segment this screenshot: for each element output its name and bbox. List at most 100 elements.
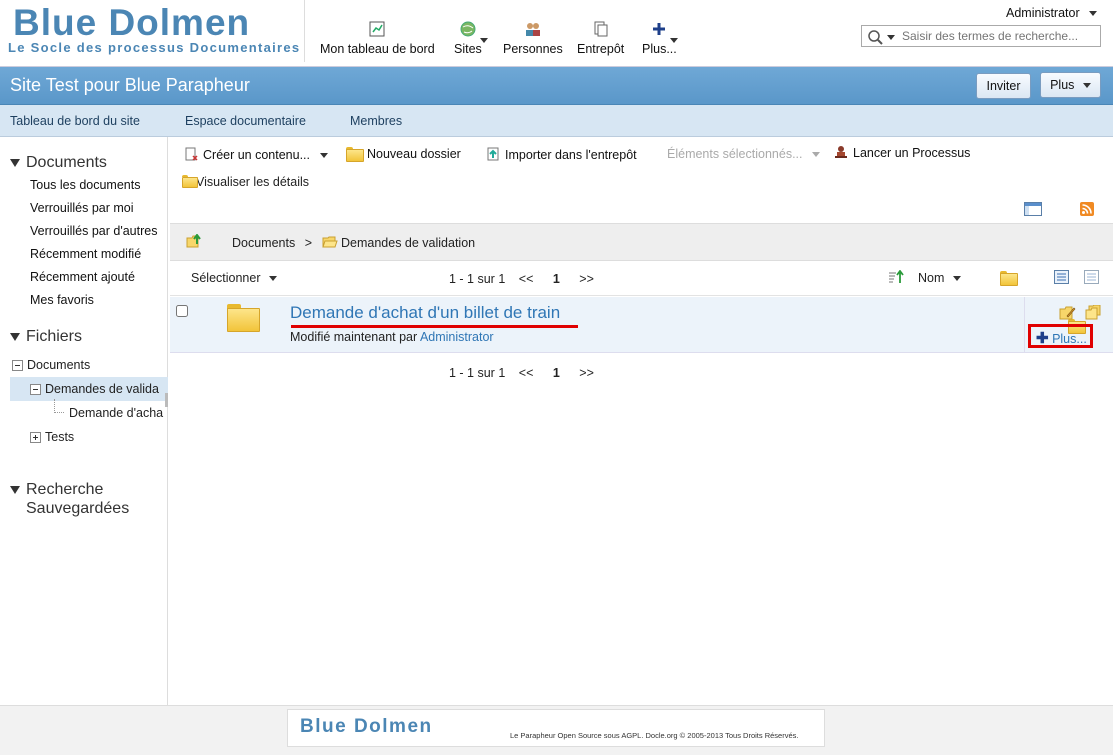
view-details-label: Visualiser les détails xyxy=(196,175,310,189)
import-button[interactable]: Importer dans l'entrepôt xyxy=(486,147,637,162)
user-name: Administrator xyxy=(1006,6,1080,20)
view-details-button[interactable]: Visualiser les détails xyxy=(182,175,309,189)
repository-icon xyxy=(594,21,608,37)
launch-process-button[interactable]: Lancer un Processus xyxy=(834,145,970,160)
pagination-info: 1 - 1 sur 1 xyxy=(449,366,506,380)
user-menu[interactable]: Administrator xyxy=(1006,6,1098,20)
nav-people[interactable]: Personnes xyxy=(503,20,563,56)
app-header: Blue Dolmen Le Socle des processus Docum… xyxy=(0,0,1113,67)
modified-info: Modifié maintenant par Administrator xyxy=(290,330,494,344)
show-folders-icon[interactable] xyxy=(1000,271,1018,286)
tree-label: Demandes de valida xyxy=(45,382,159,396)
tab-site-dashboard[interactable]: Tableau de bord du site xyxy=(10,114,140,128)
tree-node-tests[interactable]: Tests xyxy=(30,430,74,444)
sidebar-item-recently-added[interactable]: Récemment ajouté xyxy=(30,270,135,284)
section-label-line2: Sauvegardées xyxy=(26,500,130,517)
selected-items-label: Éléments sélectionnés... xyxy=(667,147,803,161)
tree-node-demande-achat[interactable]: Demande d'acha xyxy=(69,406,166,420)
tree-expand-icon[interactable] xyxy=(30,432,41,444)
footer-logo: Blue Dolmen xyxy=(300,716,433,737)
breadcrumb-root[interactable]: Documents xyxy=(232,236,295,250)
sidebar-item-locked-by-me[interactable]: Verrouillés par moi xyxy=(30,201,134,215)
pagination-top: 1 - 1 sur 1 << 1 >> xyxy=(449,272,594,286)
section-label: Recherche xyxy=(26,481,104,498)
files-section-header[interactable]: Fichiers xyxy=(10,328,82,346)
chevron-down-icon xyxy=(1089,11,1098,17)
document-title-link[interactable]: Demande d'achat d'un billet de train xyxy=(290,303,560,323)
sidebar-resize-handle[interactable] xyxy=(165,393,168,407)
invite-button[interactable]: Inviter xyxy=(976,73,1031,99)
new-folder-label: Nouveau dossier xyxy=(367,147,461,161)
chevron-down-icon xyxy=(670,38,678,43)
collapse-triangle-icon xyxy=(10,158,20,167)
simple-view-icon[interactable] xyxy=(1084,270,1099,284)
sidebar-item-recently-modified[interactable]: Récemment modifié xyxy=(30,247,141,261)
copy-folder-icon[interactable] xyxy=(1085,305,1102,320)
site-more-label: Plus xyxy=(1050,78,1075,92)
current-page: 1 xyxy=(552,366,560,380)
detailed-view-icon[interactable] xyxy=(1054,270,1069,284)
tree-collapse-icon[interactable] xyxy=(30,384,41,396)
upload-icon xyxy=(487,147,499,161)
parent-folder-up-icon[interactable] xyxy=(186,234,202,248)
chevron-down-icon xyxy=(1082,83,1091,89)
search-icon[interactable] xyxy=(867,29,897,45)
pagination-bottom: 1 - 1 sur 1 << 1 >> xyxy=(449,366,594,380)
tab-document-library[interactable]: Espace documentaire xyxy=(185,114,306,128)
collapse-triangle-icon xyxy=(10,485,20,494)
sidebar-item-all-documents[interactable]: Tous les documents xyxy=(30,178,140,192)
tree-collapse-icon[interactable] xyxy=(12,360,23,372)
document-toolbar: Créer un contenu... Nouveau dossier Impo… xyxy=(170,137,1113,173)
people-icon xyxy=(525,23,540,36)
select-menu[interactable]: Sélectionner xyxy=(191,271,277,285)
collapse-triangle-icon xyxy=(10,332,20,341)
next-page-button[interactable]: >> xyxy=(579,272,594,286)
new-document-icon xyxy=(185,147,198,161)
sort-field-menu[interactable]: Nom xyxy=(918,271,961,285)
new-folder-button[interactable]: Nouveau dossier xyxy=(346,147,461,162)
more-actions-link[interactable]: ✚ Plus... xyxy=(1036,329,1087,347)
sidebar-item-locked-by-others[interactable]: Verrouillés par d'autres xyxy=(30,224,157,238)
launch-process-label: Lancer un Processus xyxy=(853,146,971,160)
list-header: Sélectionner 1 - 1 sur 1 << 1 >> Nom xyxy=(170,262,1113,296)
next-page-button[interactable]: >> xyxy=(579,366,594,380)
nav-label: Mon tableau de bord xyxy=(320,42,435,56)
logo-title[interactable]: Blue Dolmen xyxy=(13,2,250,44)
actions-divider xyxy=(1024,297,1025,353)
prev-page-button[interactable]: << xyxy=(519,366,534,380)
nav-repository[interactable]: Entrepôt xyxy=(577,20,624,56)
rss-feed-icon[interactable] xyxy=(1080,202,1094,216)
nav-more[interactable]: Plus... xyxy=(642,20,678,56)
create-content-button[interactable]: Créer un contenu... xyxy=(184,147,328,162)
tab-members[interactable]: Membres xyxy=(350,114,402,128)
saved-search-section-header[interactable]: Recherche Sauvegardées xyxy=(10,480,129,518)
modified-by-link[interactable]: Administrator xyxy=(420,330,494,344)
table-row[interactable]: Demande d'achat d'un billet de train Mod… xyxy=(170,297,1113,353)
search-box[interactable] xyxy=(861,25,1101,47)
edit-properties-icon[interactable] xyxy=(1059,305,1076,320)
sidebar-item-favorites[interactable]: Mes favoris xyxy=(30,293,94,307)
sort-ascending-icon[interactable] xyxy=(888,270,904,284)
import-label: Importer dans l'entrepôt xyxy=(505,148,637,162)
nav-dashboard[interactable]: Mon tableau de bord xyxy=(320,20,435,56)
more-actions-label: Plus... xyxy=(1052,332,1087,346)
sidebar: Documents Tous les documents Verrouillés… xyxy=(0,137,168,705)
tree-node-documents[interactable]: Documents xyxy=(12,358,90,372)
section-label: Fichiers xyxy=(26,328,83,345)
open-folder-icon xyxy=(321,236,338,248)
chevron-down-icon xyxy=(811,152,820,158)
chevron-down-icon xyxy=(480,38,488,43)
select-label: Sélectionner xyxy=(191,271,261,285)
documents-section-header[interactable]: Documents xyxy=(10,154,107,172)
plus-icon xyxy=(653,23,666,35)
site-more-button[interactable]: Plus xyxy=(1040,72,1101,98)
tree-node-demandes-de-validation[interactable]: Demandes de valida xyxy=(30,382,166,396)
folder-icon[interactable] xyxy=(227,304,260,332)
panel-layout-icon[interactable] xyxy=(1024,202,1042,216)
pagination-info: 1 - 1 sur 1 xyxy=(449,272,506,286)
nav-sites[interactable]: Sites xyxy=(454,20,488,56)
row-checkbox[interactable] xyxy=(176,305,188,317)
selected-items-menu[interactable]: Éléments sélectionnés... xyxy=(667,147,820,161)
prev-page-button[interactable]: << xyxy=(519,272,534,286)
search-input[interactable] xyxy=(902,28,1098,44)
